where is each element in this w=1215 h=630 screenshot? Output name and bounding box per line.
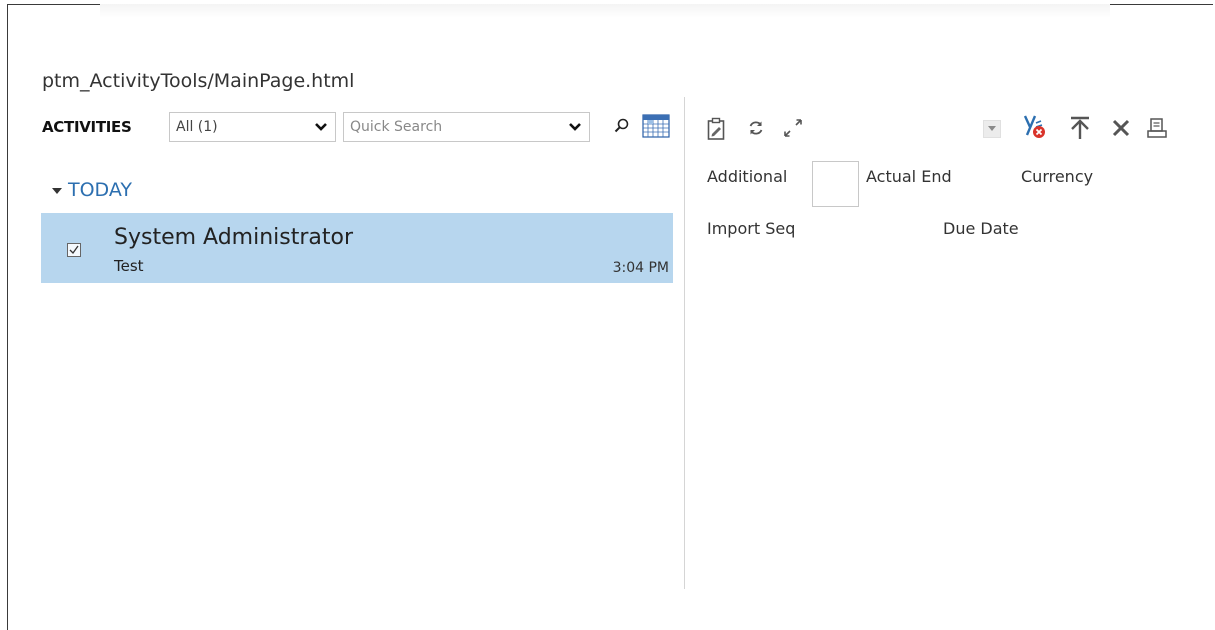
field-label-currency: Currency bbox=[1021, 167, 1094, 186]
move-up-icon[interactable] bbox=[1068, 115, 1092, 141]
activity-filter-select[interactable]: All (1) bbox=[169, 112, 336, 142]
clipboard-edit-icon[interactable] bbox=[705, 116, 727, 142]
activity-filter-value: All (1) bbox=[176, 119, 218, 135]
chevron-down-icon bbox=[567, 119, 583, 135]
top-shadow bbox=[100, 4, 1110, 18]
activities-label: ACTIVITIES bbox=[42, 118, 132, 136]
filter-remove-icon[interactable] bbox=[1022, 113, 1050, 141]
section-label: TODAY bbox=[68, 179, 132, 201]
panel-divider bbox=[684, 97, 685, 589]
field-label-due-date: Due Date bbox=[943, 219, 1019, 238]
expand-icon[interactable] bbox=[782, 117, 804, 139]
activity-time: 3:04 PM bbox=[612, 260, 669, 276]
print-icon[interactable] bbox=[1145, 116, 1169, 140]
app-frame bbox=[7, 4, 1213, 630]
chevron-down-icon bbox=[313, 119, 329, 135]
activity-checkbox[interactable] bbox=[67, 243, 81, 257]
calendar-icon[interactable] bbox=[641, 113, 670, 138]
field-label-actual-end: Actual End bbox=[866, 167, 952, 186]
collapse-triangle-icon[interactable] bbox=[52, 188, 62, 194]
activity-subject: Test bbox=[114, 257, 144, 275]
delete-icon[interactable] bbox=[1110, 117, 1132, 139]
section-header-today[interactable]: TODAY bbox=[52, 179, 132, 201]
refresh-icon[interactable] bbox=[746, 118, 766, 138]
additional-field-input[interactable] bbox=[812, 161, 859, 207]
quick-search-placeholder: Quick Search bbox=[350, 119, 443, 135]
webresource-title: ptm_ActivityTools/MainPage.html bbox=[42, 70, 355, 92]
activity-list-item[interactable]: System Administrator Test 3:04 PM bbox=[41, 213, 673, 283]
field-label-import-seq: Import Seq bbox=[707, 219, 796, 238]
dropdown-icon[interactable] bbox=[983, 120, 1001, 138]
activity-owner-name: System Administrator bbox=[114, 225, 354, 250]
quick-search-input[interactable]: Quick Search bbox=[343, 112, 590, 142]
search-icon[interactable] bbox=[612, 116, 632, 136]
field-label-additional: Additional bbox=[707, 167, 788, 186]
